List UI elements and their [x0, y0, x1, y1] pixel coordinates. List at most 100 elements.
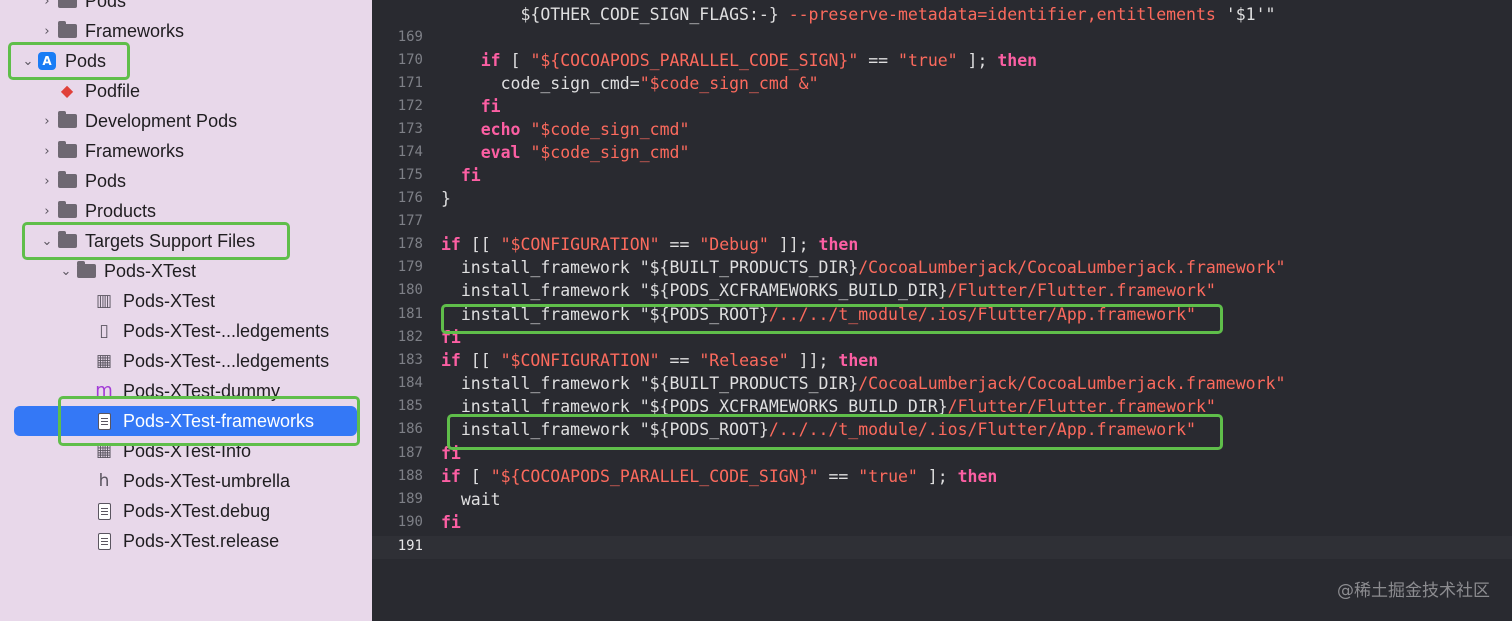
folder-icon [57, 141, 77, 161]
navigator-item-label: Development Pods [85, 111, 238, 131]
navigator-item[interactable]: ⌄ Pods-XTest [0, 256, 372, 286]
document-icon [94, 531, 114, 551]
code-token: "${BUILT_PRODUCTS_DIR} [639, 374, 859, 393]
watermark-text: @稀土掘金技术社区 [1337, 581, 1490, 601]
code-token: echo [480, 120, 521, 139]
navigator-item-label: Pods-XTest.debug [123, 501, 271, 521]
line-number: 189 [397, 491, 423, 507]
annotation-box-line-181 [441, 304, 1223, 334]
code-line: 190 fi [372, 511, 1512, 534]
navigator-item-label: Pods [85, 171, 127, 191]
code-token: then [997, 51, 1038, 70]
line-number: 191 [397, 538, 423, 554]
line-number: 171 [397, 75, 423, 91]
code-token: /CocoaLumberjack/CocoaLumberjack.framewo… [858, 374, 1286, 393]
code-text: } [441, 187, 451, 210]
line-number: 182 [397, 329, 423, 345]
code-text: if [[ "$CONFIGURATION" == "Debug" ]]; th… [441, 233, 858, 256]
code-editor[interactable]: ${OTHER_CODE_SIGN_FLAGS:-} --preserve-me… [372, 0, 1512, 621]
code-token: wait [441, 490, 501, 509]
code-token: ]]; [788, 351, 839, 370]
code-token: [[ [460, 351, 501, 370]
folder-icon [57, 0, 77, 11]
annotation-box-line-186 [447, 414, 1223, 450]
code-text: echo "$code_sign_cmd" [441, 118, 690, 141]
code-line: 176} [372, 187, 1512, 210]
folder-icon [76, 261, 96, 281]
code-text: if [[ "$CONFIGURATION" == "Release" ]]; … [441, 349, 878, 372]
code-token: == [818, 467, 859, 486]
line-number: 175 [397, 167, 423, 183]
navigator-item[interactable]: Pods-XTest.debug [0, 496, 372, 526]
code-line: 169 [372, 26, 1512, 49]
code-text: code_sign_cmd="$code_sign_cmd &" [441, 72, 819, 95]
code-token: "$CONFIGURATION" [500, 235, 660, 254]
code-token: install_framework [441, 374, 640, 393]
navigator-item[interactable]: h Pods-XTest-umbrella [0, 466, 372, 496]
line-number: 170 [397, 52, 423, 68]
chevron-down-icon[interactable]: ⌄ [59, 256, 73, 286]
code-token: ]; [917, 467, 958, 486]
code-line: 178 if [[ "$CONFIGURATION" == "Debug" ]];… [372, 233, 1512, 256]
navigator-item[interactable]: › Pods [0, 0, 372, 16]
chevron-right-icon[interactable]: › [40, 166, 54, 196]
code-line: 175 fi [372, 164, 1512, 187]
code-token: == [659, 351, 700, 370]
line-number: 173 [397, 121, 423, 137]
navigator-item-label: Pods-XTest [104, 261, 197, 281]
code-token: "true" [898, 51, 958, 70]
navigator-item[interactable]: ▦ Pods-XTest-...ledgements [0, 346, 372, 376]
code-text: install_framework "${BUILT_PRODUCTS_DIR}… [441, 372, 1286, 395]
navigator-item[interactable]: › Development Pods [0, 106, 372, 136]
h-file-icon: h [98, 471, 110, 491]
code-line: 171 code_sign_cmd="$code_sign_cmd &" [372, 72, 1512, 95]
code-token: "true" [858, 467, 918, 486]
chevron-right-icon[interactable]: › [40, 136, 54, 166]
code-line: 191 [372, 535, 1512, 558]
code-token: "${BUILT_PRODUCTS_DIR} [639, 258, 859, 277]
code-token: install_framework [441, 281, 640, 300]
code-line: 173 echo "$code_sign_cmd" [372, 118, 1512, 141]
navigator-item[interactable]: ◆ Podfile [0, 76, 372, 106]
code-token: if [441, 235, 461, 254]
code-token: ${OTHER_CODE_SIGN_FLAGS:-} [441, 5, 789, 24]
navigator-item[interactable]: › Pods [0, 166, 372, 196]
navigator-item-label: Pods-XTest.release [123, 531, 280, 551]
code-token: --preserve-metadata=identifier,entitleme… [788, 5, 1226, 24]
code-line: 188 if [ "${COCOAPODS_PARALLEL_CODE_SIGN}… [372, 465, 1512, 488]
navigator-item[interactable]: Pods-XTest.release [0, 526, 372, 556]
annotation-box-pods [8, 42, 130, 80]
code-token: code_sign_cmd= [441, 74, 640, 93]
chevron-right-icon[interactable]: › [40, 106, 54, 136]
line-number: 180 [397, 282, 423, 298]
navigator-item[interactable]: ▯ Pods-XTest-...ledgements [0, 316, 372, 346]
code-token: "Debug" [699, 235, 769, 254]
code-token: } [441, 189, 451, 208]
navigator-item[interactable]: › Frameworks [0, 136, 372, 166]
code-token: "${PODS_XCFRAMEWORKS_BUILD_DIR} [639, 281, 948, 300]
code-token: [ [460, 467, 491, 486]
line-number: 185 [397, 398, 423, 414]
chevron-right-icon[interactable]: › [40, 0, 54, 16]
line-number: 169 [397, 29, 423, 45]
code-token: [ [500, 51, 531, 70]
code-line: 183 if [[ "$CONFIGURATION" == "Release" ]… [372, 349, 1512, 372]
code-token: then [838, 351, 879, 370]
code-token: if [480, 51, 501, 70]
navigator-item-label: Pods-XTest-...ledgements [123, 321, 330, 341]
navigator-item[interactable]: ▥ Pods-XTest [0, 286, 372, 316]
annotation-box-pods-xtest-frameworks [58, 396, 360, 446]
code-token: "$CONFIGURATION" [500, 351, 660, 370]
line-number: 184 [397, 375, 423, 391]
navigator-item-label: Podfile [85, 81, 141, 101]
code-text: install_framework "${BUILT_PRODUCTS_DIR}… [441, 256, 1286, 279]
code-token: "$code_sign_cmd &" [639, 74, 819, 93]
code-line: 180 install_framework "${PODS_XCFRAMEWOR… [372, 279, 1512, 302]
code-text: if [ "${COCOAPODS_PARALLEL_CODE_SIGN}" =… [441, 49, 1037, 72]
code-token: then [957, 467, 998, 486]
table-icon: ▦ [95, 351, 113, 371]
code-text: wait [441, 488, 501, 511]
line-number: 187 [397, 445, 423, 461]
